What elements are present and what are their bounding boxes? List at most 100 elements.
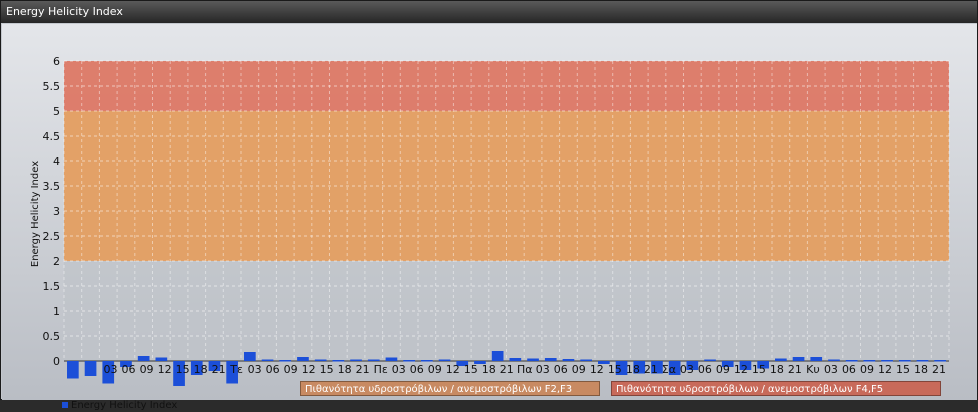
- bar: [314, 359, 327, 361]
- bar: [491, 351, 504, 361]
- x-tick-label: 18: [194, 363, 208, 376]
- x-tick-label: 12: [158, 363, 172, 376]
- bar: [544, 358, 557, 361]
- x-tick-label: 03: [680, 363, 694, 376]
- x-tick-label: Σα: [662, 363, 676, 376]
- y-tick-label: 5: [53, 105, 60, 118]
- x-tick-label: 09: [716, 363, 730, 376]
- bar: [350, 359, 362, 361]
- bar: [562, 359, 575, 361]
- bar: [155, 357, 168, 361]
- y-tick-label: 3.5: [43, 180, 61, 193]
- x-tick-label: 21: [212, 363, 226, 376]
- x-tick-label: 12: [734, 363, 748, 376]
- bar: [527, 358, 539, 361]
- x-tick-label: 21: [788, 363, 802, 376]
- bar: [580, 359, 592, 361]
- legend-series-label: Energy Helicity Index: [71, 400, 178, 411]
- x-tick-label: 12: [446, 363, 460, 376]
- y-axis-label: Energy Helicity Index: [30, 161, 41, 267]
- x-tick-label: 12: [878, 363, 892, 376]
- x-tick-label: 09: [860, 363, 874, 376]
- x-tick-label: 09: [572, 363, 586, 376]
- y-tick-label: 4: [53, 155, 60, 168]
- x-tick-label: 18: [626, 363, 640, 376]
- x-tick-label: 18: [914, 363, 928, 376]
- bar: [810, 357, 823, 361]
- y-tick-label: 0: [53, 355, 60, 368]
- x-tick-label: 15: [464, 363, 478, 376]
- x-tick-label: 18: [482, 363, 496, 376]
- bar: [828, 359, 840, 361]
- bar: [704, 359, 716, 361]
- legend-band-f2-f3[interactable]: Πιθανότητα υδροστρόβιλων / ανεμοστρόβιλω…: [300, 381, 600, 396]
- x-tick-label: 12: [302, 363, 316, 376]
- x-tick-label: 03: [536, 363, 550, 376]
- bar: [261, 359, 274, 361]
- bar: [916, 360, 929, 362]
- bar: [244, 352, 256, 361]
- x-tick-label: 06: [410, 363, 424, 376]
- y-tick-label: 1.5: [43, 280, 61, 293]
- x-tick-label: 06: [266, 363, 280, 376]
- x-tick-label: 21: [644, 363, 658, 376]
- x-tick-label: 06: [842, 363, 856, 376]
- bar: [67, 361, 79, 379]
- bar: [297, 357, 309, 361]
- x-tick-label: 03: [824, 363, 838, 376]
- x-tick-label: 21: [356, 363, 370, 376]
- legend-band-f4-f5[interactable]: Πιθανότητα υδροστρόβιλων / ανεμοστρόβιλω…: [611, 381, 941, 396]
- x-tick-label: 15: [320, 363, 334, 376]
- x-tick-label: 06: [698, 363, 712, 376]
- y-tick-label: 4.5: [43, 130, 61, 143]
- x-tick-label: 18: [770, 363, 784, 376]
- bar: [898, 360, 911, 362]
- bar: [385, 357, 398, 361]
- bar: [421, 360, 433, 362]
- bar: [332, 360, 345, 362]
- bar: [863, 360, 876, 362]
- x-tick-label: Πα: [517, 363, 533, 376]
- y-tick-label: 6: [53, 55, 60, 68]
- x-tick-label: 15: [176, 363, 190, 376]
- x-tick-label: 09: [284, 363, 298, 376]
- bar: [775, 358, 787, 361]
- bar: [792, 357, 805, 361]
- x-tick-label: Πε: [374, 363, 388, 376]
- y-tick-label: 0.5: [43, 330, 61, 343]
- x-tick-label: 15: [608, 363, 622, 376]
- bar: [367, 359, 380, 361]
- x-tick-label: 21: [500, 363, 514, 376]
- bar: [279, 360, 292, 362]
- bar: [845, 360, 858, 362]
- y-tick-label: 3: [53, 205, 60, 218]
- legend-series[interactable]: Energy Helicity Index: [62, 400, 177, 412]
- legend-swatch-icon: [62, 402, 68, 408]
- plot-area: 0 0.5 1 1.5 2 2.5 3 3.5 4 4.5 5 5.5 6 Energy Helicity…: [2, 24, 977, 411]
- x-tick-label: 03: [392, 363, 406, 376]
- y-tick-label: 2: [53, 255, 60, 268]
- x-tick-label: 18: [338, 363, 352, 376]
- x-tick-label: 09: [428, 363, 442, 376]
- x-tick-label: 03: [248, 363, 262, 376]
- y-tick-label: 5.5: [43, 80, 61, 93]
- x-tick-label: 06: [554, 363, 568, 376]
- x-tick-label: 03: [104, 363, 118, 376]
- x-tick-label: Κυ: [806, 363, 820, 376]
- energy-helicity-chart: 0 0.5 1 1.5 2 2.5 3 3.5 4 4.5 5 5.5 6 Energy Helicity…: [30, 55, 950, 386]
- y-tick-label: 1: [53, 305, 60, 318]
- bar: [509, 358, 522, 361]
- bar: [403, 360, 415, 362]
- bar: [881, 360, 893, 362]
- x-tick-label: 09: [140, 363, 154, 376]
- x-tick-label: Τε: [229, 363, 243, 376]
- x-tick-label: 15: [752, 363, 766, 376]
- chart-window: Energy Helicity Index 0 0.5 1 1.5 2 2.5 3 3.5 4 4…: [0, 0, 978, 411]
- x-tick-label: 15: [896, 363, 910, 376]
- y-tick-label: 2.5: [43, 230, 61, 243]
- bar: [137, 356, 150, 361]
- x-tick-label: 21: [932, 363, 946, 376]
- x-tick-label: 06: [122, 363, 136, 376]
- x-tick-label: 12: [590, 363, 604, 376]
- bar: [438, 359, 451, 361]
